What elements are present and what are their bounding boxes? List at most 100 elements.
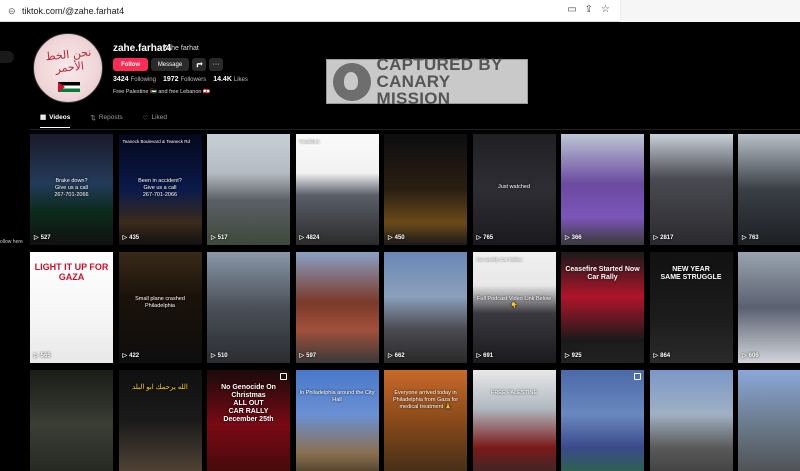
- profile-tabs: ▦ Videos ⇅ Reposts ♡ Liked: [40, 113, 167, 128]
- video-view-count: 864: [654, 352, 670, 359]
- video-tile[interactable]: In Philadelphia around the City Hall: [295, 370, 379, 471]
- palestine-flag-icon: [58, 82, 80, 92]
- video-view-count: 691: [477, 352, 493, 359]
- canary-mission-watermark: CAPTURED BY CANARY MISSION: [326, 55, 528, 108]
- video-tile[interactable]: 510: [207, 252, 290, 363]
- sidebar-search-pill[interactable]: [0, 51, 14, 63]
- video-tile[interactable]: Just watched 765: [472, 134, 556, 245]
- bookmark-star-icon[interactable]: ☆: [601, 4, 610, 15]
- following-stat[interactable]: 3424 Following: [113, 76, 156, 83]
- sidebar-follow-label[interactable]: ollow here: [0, 239, 23, 245]
- video-tile[interactable]: 366: [561, 134, 644, 245]
- video-tile[interactable]: 606: [738, 252, 800, 363]
- more-options-button[interactable]: ···: [209, 58, 223, 71]
- video-tile[interactable]: [738, 370, 800, 471]
- tab-videos[interactable]: ▦ Videos: [40, 113, 71, 128]
- video-caption: Just watched: [497, 184, 531, 190]
- video-caption: الله يرحمك ابو البلد: [132, 384, 188, 391]
- video-view-count: 422: [123, 352, 139, 359]
- video-tile[interactable]: Ceasefire Started Now Car Rally 925: [561, 252, 644, 363]
- video-tile[interactable]: NEW YEAR SAME STRUGGLE 864: [649, 252, 733, 363]
- video-view-count: 527: [34, 234, 51, 241]
- browser-actions: ▭ ⇪ ☆: [567, 4, 610, 15]
- video-view-count: 510: [211, 352, 228, 359]
- video-view-count: 763: [742, 234, 759, 241]
- video-tile[interactable]: [649, 370, 733, 471]
- followers-stat[interactable]: 1972 Followers: [163, 76, 206, 83]
- browser-toolbar: ⊝ tiktok.com/@zahe.farhat4 ▭ ⇪ ☆: [0, 0, 800, 22]
- video-tile[interactable]: [561, 370, 644, 471]
- install-app-icon[interactable]: ▭: [567, 4, 576, 15]
- video-tile[interactable]: LIGHT IT UP FOR GAZA 565: [30, 252, 113, 363]
- video-view-count: 765: [477, 234, 493, 241]
- video-tile[interactable]: 450: [384, 134, 467, 245]
- repost-icon: ⇅: [90, 114, 96, 122]
- canary-logo-icon: [333, 62, 371, 101]
- profile-stats: 3424 Following 1972 Followers 14.4K Likes: [113, 76, 248, 83]
- video-view-count: 517: [211, 234, 228, 241]
- profile-bio: Free Palestine 🇵🇸 and free Lebanon 🇱🇧: [113, 89, 210, 95]
- video-view-count: 366: [565, 234, 582, 241]
- site-info-icon[interactable]: ⊝: [8, 6, 18, 16]
- video-tile[interactable]: Everyone arrived today in Philadelphia f…: [384, 370, 467, 471]
- video-tile[interactable]: Small plane crashed Philadelphia 422: [118, 252, 202, 363]
- video-view-count: 565: [34, 352, 51, 359]
- ellipsis-icon: ···: [212, 61, 220, 68]
- video-tile[interactable]: No Genocide On Christmas ALL OUT CAR RAL…: [207, 370, 290, 471]
- video-caption: Brake down? Give us a call 267-701-2066: [54, 178, 89, 198]
- video-view-count: 2817: [654, 234, 673, 241]
- share-profile-button[interactable]: [192, 58, 206, 71]
- video-tile[interactable]: Brake down? Give us a call 267-701-2066 5…: [30, 134, 113, 245]
- video-tile[interactable]: 2817: [649, 134, 733, 245]
- video-caption: In Philadelphia around the City Hall: [299, 390, 375, 403]
- video-top-caption: Our weekly Car Rallies: [476, 257, 523, 262]
- share-icon[interactable]: ⇪: [585, 4, 593, 15]
- video-view-count: 450: [388, 234, 405, 241]
- follow-button[interactable]: Follow: [113, 58, 148, 71]
- pinned-badge-icon: [634, 373, 641, 380]
- grid-icon: ▦: [40, 114, 47, 121]
- video-tile[interactable]: 763: [738, 134, 800, 245]
- video-caption: LIGHT IT UP FOR GAZA: [34, 262, 109, 282]
- video-caption: FREE PALESTINE: [490, 390, 538, 396]
- video-caption: Everyone arrived today in Philadelphia f…: [392, 390, 459, 410]
- video-view-count: 4824: [300, 234, 319, 241]
- video-view-count: 606: [742, 352, 759, 359]
- video-caption: Full Podcast Video Link Below 👇: [477, 296, 551, 309]
- share-arrow-icon: [196, 61, 203, 68]
- video-tile[interactable]: الله يرحمك ابو البلد: [118, 370, 202, 471]
- watermark-line-1: CAPTURED BY: [376, 55, 503, 74]
- video-view-count: 435: [123, 234, 139, 241]
- avatar: نحن الخط الأحمر: [33, 33, 103, 103]
- video-caption: Ceasefire Started Now Car Rally: [565, 266, 640, 281]
- tab-reposts[interactable]: ⇅ Reposts: [90, 113, 122, 128]
- video-top-caption: Teaneck Boulevard & Teaneck Rd: [122, 139, 190, 144]
- video-tile[interactable]: Our weekly Car Rallies Full Podcast Video…: [472, 252, 556, 363]
- video-tile[interactable]: 662: [384, 252, 467, 363]
- video-view-count: 597: [300, 352, 316, 359]
- toolbar-extension-area: [620, 0, 800, 22]
- likes-stat: 14.4K Likes: [213, 76, 248, 83]
- video-tile[interactable]: Teaneck Boulevard & Teaneck Rd Been in ac…: [118, 134, 202, 245]
- pinned-badge-icon: [280, 373, 287, 380]
- video-top-caption: Headlines: [299, 139, 320, 144]
- message-button[interactable]: Message: [151, 58, 189, 71]
- avatar-calligraphy: نحن الخط الأحمر: [44, 45, 92, 76]
- video-caption: Small plane crashed Philadelphia: [135, 296, 185, 309]
- video-caption: No Genocide On Christmas ALL OUT CAR RAL…: [221, 384, 276, 423]
- video-view-count: 925: [565, 352, 582, 359]
- address-bar[interactable]: tiktok.com/@zahe.farhat4: [22, 6, 124, 16]
- video-caption: Been in accident? Give us a call 267-701…: [138, 178, 182, 198]
- video-caption: NEW YEAR SAME STRUGGLE: [660, 266, 722, 281]
- tab-liked[interactable]: ♡ Liked: [143, 113, 167, 128]
- video-tile[interactable]: [30, 370, 113, 471]
- video-view-count: 662: [388, 352, 405, 359]
- video-tile[interactable]: FREE PALESTINE: [472, 370, 556, 471]
- video-tile[interactable]: Headlines 4824: [295, 134, 379, 245]
- watermark-line-2: CANARY MISSION: [376, 72, 451, 108]
- video-tile[interactable]: 597: [295, 252, 379, 363]
- video-tile[interactable]: 517: [207, 134, 290, 245]
- tabs-divider: [30, 129, 800, 130]
- profile-display-name: Zahe farhat: [163, 45, 199, 52]
- heart-icon: ♡: [142, 114, 149, 122]
